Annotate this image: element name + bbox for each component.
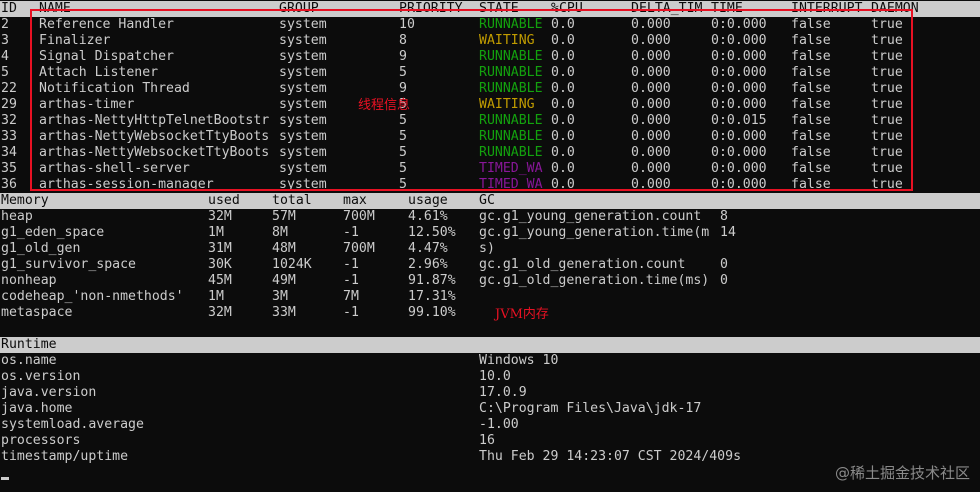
memory-cell-total: 48M (272, 241, 296, 256)
memory-row: metaspace 32M 33M -1 99.10% (0, 305, 980, 321)
memory-cell-max: 700M (343, 241, 375, 256)
runtime-key: os.version (1, 369, 81, 384)
memory-cell-total: 8M (272, 225, 288, 240)
memory-cell-name: g1_old_gen (1, 241, 81, 256)
runtime-row: os.version 10.0 (0, 369, 980, 385)
thread-col-header-id: ID (1, 1, 17, 16)
memory-col-header-used: used (208, 193, 240, 208)
memory-cell-name: metaspace (1, 305, 73, 320)
memory-col-header-max: max (343, 193, 367, 208)
memory-cell-total: 3M (272, 289, 288, 304)
runtime-row: os.name Windows 10 (0, 353, 980, 369)
memory-row: g1_survivor_space 30K 1024K -1 2.96% gc.g1_ol… (0, 257, 980, 273)
memory-cell-total: 49M (272, 273, 296, 288)
gc-metric-value: 8 (720, 209, 728, 224)
memory-row: nonheap 45M 49M -1 91.87% gc.g1_old_generatio… (0, 273, 980, 289)
memory-cell-used: 45M (208, 273, 232, 288)
memory-cell-usage: 2.96% (408, 257, 448, 272)
terminal-cursor (1, 477, 9, 480)
memory-col-header-gc: GC (479, 193, 495, 208)
gc-metric-name: s) (479, 241, 495, 256)
runtime-row: java.version 17.0.9 (0, 385, 980, 401)
memory-col-header-total: total (272, 193, 312, 208)
thread-cell-id: 36 (1, 177, 17, 192)
memory-cell-name: g1_eden_space (1, 225, 105, 240)
thread-cell-id: 32 (1, 113, 17, 128)
memory-row: g1_eden_space 1M 8M -1 12.50% gc.g1_young_gen… (0, 225, 980, 241)
runtime-key: java.version (1, 385, 97, 400)
memory-table-header: Memory used total max usage GC (0, 193, 980, 209)
memory-cell-max: -1 (343, 257, 359, 272)
runtime-value: Windows 10 (479, 353, 559, 368)
thread-cell-id: 35 (1, 161, 17, 176)
gc-metric-value: 14 (720, 225, 736, 240)
thread-cell-id: 33 (1, 129, 17, 144)
memory-cell-usage: 17.31% (408, 289, 456, 304)
memory-cell-used: 1M (208, 289, 224, 304)
memory-cell-name: nonheap (1, 273, 57, 288)
thread-cell-id: 34 (1, 145, 17, 160)
memory-cell-used: 32M (208, 305, 232, 320)
runtime-value: 17.0.9 (479, 385, 527, 400)
gc-metric-name: gc.g1_young_generation.count (479, 209, 702, 224)
runtime-key: os.name (1, 353, 57, 368)
jvm-memory-annotation: JVM内存 (495, 307, 549, 322)
memory-cell-usage: 99.10% (408, 305, 456, 320)
memory-cell-name: heap (1, 209, 33, 224)
gc-metric-name: gc.g1_old_generation.time(ms) (479, 273, 710, 288)
memory-cell-name: g1_survivor_space (1, 257, 136, 272)
gc-metric-value: 0 (720, 273, 728, 288)
runtime-value: Thu Feb 29 14:23:07 CST 2024/409s (479, 449, 742, 464)
watermark: @稀土掘金技术社区 (834, 464, 970, 482)
gc-metric-value: 0 (720, 257, 728, 272)
memory-cell-total: 1024K (272, 257, 312, 272)
runtime-value: 10.0 (479, 369, 511, 384)
runtime-row: timestamp/uptime Thu Feb 29 14:23:07 CST … (0, 449, 980, 465)
memory-col-header-usage: usage (408, 193, 448, 208)
runtime-key: processors (1, 433, 81, 448)
runtime-key: systemload.average (1, 417, 144, 432)
memory-col-header-memory: Memory (1, 193, 49, 208)
runtime-key: timestamp/uptime (1, 449, 129, 464)
gc-metric-name: gc.g1_old_generation.count (479, 257, 686, 272)
memory-cell-used: 1M (208, 225, 224, 240)
runtime-row: processors 16 (0, 433, 980, 449)
memory-cell-usage: 12.50% (408, 225, 456, 240)
thread-cell-id: 3 (1, 33, 9, 48)
memory-cell-max: 700M (343, 209, 375, 224)
thread-annotation: 线程信息 (358, 98, 411, 113)
memory-cell-max: -1 (343, 273, 359, 288)
runtime-table-header: Runtime (0, 337, 980, 353)
runtime-value: C:\Program Files\Java\jdk-17 (479, 401, 702, 416)
memory-cell-usage: 4.61% (408, 209, 448, 224)
thread-cell-id: 29 (1, 97, 17, 112)
memory-cell-used: 31M (208, 241, 232, 256)
thread-cell-id: 5 (1, 65, 9, 80)
memory-cell-name: codeheap_'non-nmethods' (1, 289, 184, 304)
runtime-row: systemload.average -1.00 (0, 417, 980, 433)
memory-row: codeheap_'non-nmethods' 1M 3M 7M 17.31% (0, 289, 980, 305)
memory-row: g1_old_gen 31M 48M 700M 4.47% s) (0, 241, 980, 257)
thread-cell-id: 22 (1, 81, 17, 96)
memory-row: heap 32M 57M 700M 4.61% gc.g1_young_generatio… (0, 209, 980, 225)
thread-cell-id: 2 (1, 17, 9, 32)
memory-cell-total: 57M (272, 209, 296, 224)
memory-cell-max: 7M (343, 289, 359, 304)
memory-cell-total: 33M (272, 305, 296, 320)
memory-cell-used: 30K (208, 257, 232, 272)
memory-cell-usage: 91.87% (408, 273, 456, 288)
runtime-value: 16 (479, 433, 495, 448)
runtime-value: -1.00 (479, 417, 519, 432)
runtime-row: java.home C:\Program Files\Java\jdk-17 (0, 401, 980, 417)
runtime-header-label: Runtime (1, 337, 57, 352)
memory-cell-max: -1 (343, 305, 359, 320)
memory-cell-used: 32M (208, 209, 232, 224)
memory-cell-max: -1 (343, 225, 359, 240)
gc-metric-name: gc.g1_young_generation.time(m (479, 225, 710, 240)
runtime-key: java.home (1, 401, 73, 416)
thread-highlight-box (30, 9, 913, 191)
thread-cell-id: 4 (1, 49, 9, 64)
memory-cell-usage: 4.47% (408, 241, 448, 256)
